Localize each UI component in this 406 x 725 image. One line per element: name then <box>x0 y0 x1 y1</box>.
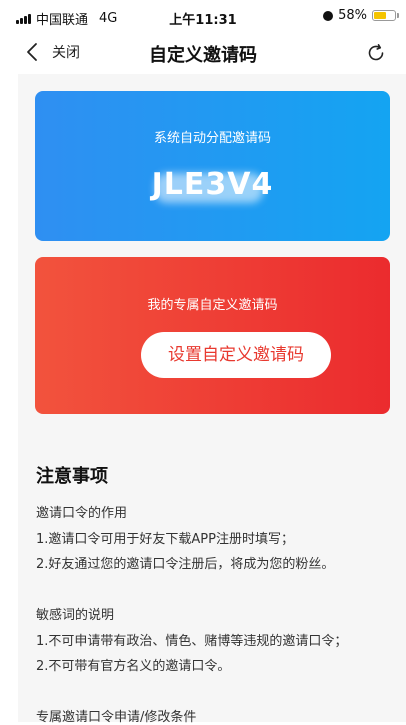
note-line: 1.不可申请带有政治、情色、赌博等违规的邀请口令； <box>36 634 348 649</box>
note-heading-sensitive: 敏感词的说明 <box>36 608 115 623</box>
custom-code-label: 我的专属自定义邀请码 <box>147 298 278 313</box>
battery-percent: 58% <box>338 8 367 23</box>
custom-invite-code-card: 我的专属自定义邀请码 设置自定义邀请码 <box>35 257 390 414</box>
note-line: 2.好友通过您的邀请口令注册后，将成为您的粉丝。 <box>36 557 335 572</box>
auto-invite-code-card: 系统自动分配邀请码 JLE3V4 <box>35 91 390 241</box>
note-heading-purpose: 邀请口令的作用 <box>36 506 128 521</box>
battery-icon <box>372 10 399 21</box>
note-heading-conditions: 专属邀请口令申请/修改条件 <box>36 710 197 725</box>
battery-fill <box>374 12 386 19</box>
note-line: 1.邀请口令可用于好友下载APP注册时填写； <box>36 532 294 547</box>
content-area[interactable]: 系统自动分配邀请码 JLE3V4 我的专属自定义邀请码 设置自定义邀请码 注意事… <box>18 74 406 725</box>
auto-code-label: 系统自动分配邀请码 <box>153 131 271 146</box>
status-indicators: 58% <box>323 8 399 23</box>
refresh-button[interactable] <box>366 43 386 67</box>
set-custom-code-button[interactable]: 设置自定义邀请码 <box>141 332 331 378</box>
page-title: 自定义邀请码 <box>149 45 257 66</box>
refresh-icon <box>368 43 384 61</box>
notes-title: 注意事项 <box>36 466 108 487</box>
code-blur-mask <box>155 173 263 203</box>
alarm-icon <box>323 10 334 21</box>
nav-bar: 关闭 自定义邀请码 <box>0 34 406 74</box>
note-line: 2.不可带有官方名义的邀请口令。 <box>36 659 231 674</box>
status-bar: 中国联通 4G 上午11:31 58% <box>0 0 406 34</box>
